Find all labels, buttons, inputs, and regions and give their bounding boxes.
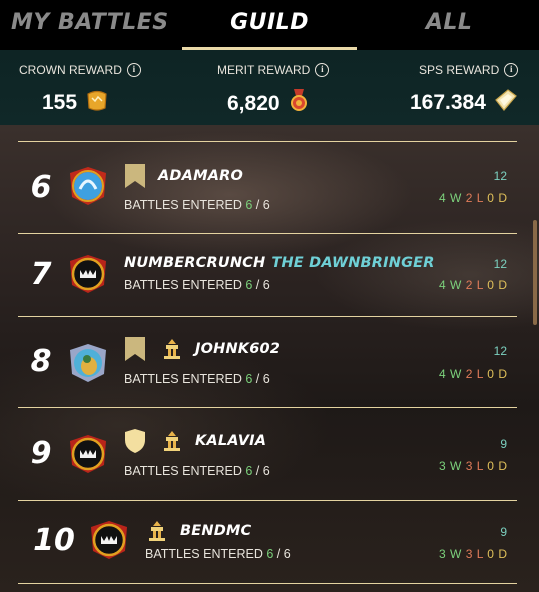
guild-member-row[interactable]: 8 JOHNK602 BATTLES ENTERED 6 / 6 12 4 W … (18, 317, 517, 408)
score: 12 (493, 257, 507, 271)
tab-all[interactable]: ALL (359, 0, 539, 50)
win-loss-draw-record: 4 W 2 L 0 D (438, 191, 507, 205)
battles-entered-label: BATTLES ENTERED (124, 278, 242, 292)
guild-hall-icon (162, 430, 182, 456)
guild-member-row[interactable]: 7 NUMBERCRUNCH THE DAWNBRINGER BATTLES EN… (18, 234, 517, 317)
info-icon[interactable]: i (504, 63, 519, 77)
win-loss-draw-record: 3 W 3 L 0 D (438, 459, 507, 473)
battles-entered-label: BATTLES ENTERED (124, 198, 242, 212)
guild-member-row[interactable]: 10 BENDMC BATTLES ENTERED 6 / 6 9 3 W 3 … (18, 501, 517, 584)
sps-reward-label: SPS REWARD (419, 63, 500, 77)
score: 9 (500, 437, 507, 451)
avatar (67, 433, 109, 475)
guild-hall-icon (147, 520, 167, 546)
battles-entered-count: 6 (266, 547, 274, 561)
guild-shield-icon (124, 428, 146, 458)
score: 12 (493, 169, 507, 183)
avatar (67, 253, 109, 295)
merit-reward-value: 6,820 (227, 92, 280, 115)
merit-reward-label: MERIT REWARD (217, 63, 311, 77)
rank-number: 9 (30, 436, 52, 471)
player-name[interactable]: KALAVIA (195, 433, 266, 449)
player-name[interactable]: NUMBERCRUNCH (124, 255, 265, 271)
score: 12 (493, 344, 507, 358)
player-name[interactable]: ADAMARO (158, 168, 243, 184)
guild-banner-icon (124, 337, 146, 365)
battles-total: / 6 (255, 464, 270, 478)
crown-reward-value: 155 (42, 91, 78, 114)
win-loss-draw-record: 4 W 2 L 0 D (438, 367, 507, 381)
avatar (88, 519, 130, 561)
info-icon[interactable]: i (126, 63, 141, 77)
battles-entered-count: 6 (245, 278, 253, 292)
scrollbar[interactable] (533, 220, 537, 325)
battles-total: / 6 (255, 372, 270, 386)
player-name[interactable]: BENDMC (180, 523, 251, 539)
avatar (67, 342, 109, 384)
guild-banner-icon (124, 164, 146, 192)
battles-entered-count: 6 (245, 464, 253, 478)
crown-token-icon (85, 88, 109, 118)
tab-guild[interactable]: GUILD (180, 0, 360, 50)
crown-reward-label: CROWN REWARD (19, 63, 122, 77)
tab-my-battles[interactable]: MY BATTLES (0, 0, 180, 50)
battles-total: / 6 (255, 278, 270, 292)
score: 9 (500, 525, 507, 539)
guild-member-row[interactable]: 6 ADAMARO BATTLES ENTERED 6 / 6 12 4 W 2… (18, 141, 517, 234)
player-title: THE DAWNBRINGER (271, 255, 435, 271)
rank-number: 10 (33, 523, 75, 558)
battles-total: / 6 (276, 547, 291, 561)
battles-entered-label: BATTLES ENTERED (124, 464, 242, 478)
avatar (67, 165, 109, 207)
rewards-bar: CROWN REWARD i 155 MERIT REWARD i 6,820 (0, 50, 539, 125)
win-loss-draw-record: 4 W 2 L 0 D (438, 278, 507, 292)
win-loss-draw-record: 3 W 3 L 0 D (438, 547, 507, 561)
battles-entered-count: 6 (245, 198, 253, 212)
battles-entered-count: 6 (245, 372, 253, 386)
sps-token-icon (494, 88, 518, 118)
rank-number: 8 (30, 344, 52, 379)
sps-reward-value: 167.384 (410, 91, 486, 114)
battles-total: / 6 (255, 198, 270, 212)
guild-member-row[interactable]: 9 KALAVIA BATTLES ENTERED 6 / 6 9 3 W 3 … (18, 408, 517, 501)
battles-entered-label: BATTLES ENTERED (145, 547, 263, 561)
info-icon[interactable]: i (315, 63, 330, 77)
guild-hall-icon (162, 338, 182, 364)
battles-entered-label: BATTLES ENTERED (124, 372, 242, 386)
rank-number: 6 (30, 170, 52, 205)
merit-medal-icon (288, 88, 310, 120)
rank-number: 7 (30, 257, 52, 292)
battle-tabs: MY BATTLES GUILD ALL (0, 0, 539, 50)
player-name[interactable]: JOHNK602 (195, 341, 280, 357)
